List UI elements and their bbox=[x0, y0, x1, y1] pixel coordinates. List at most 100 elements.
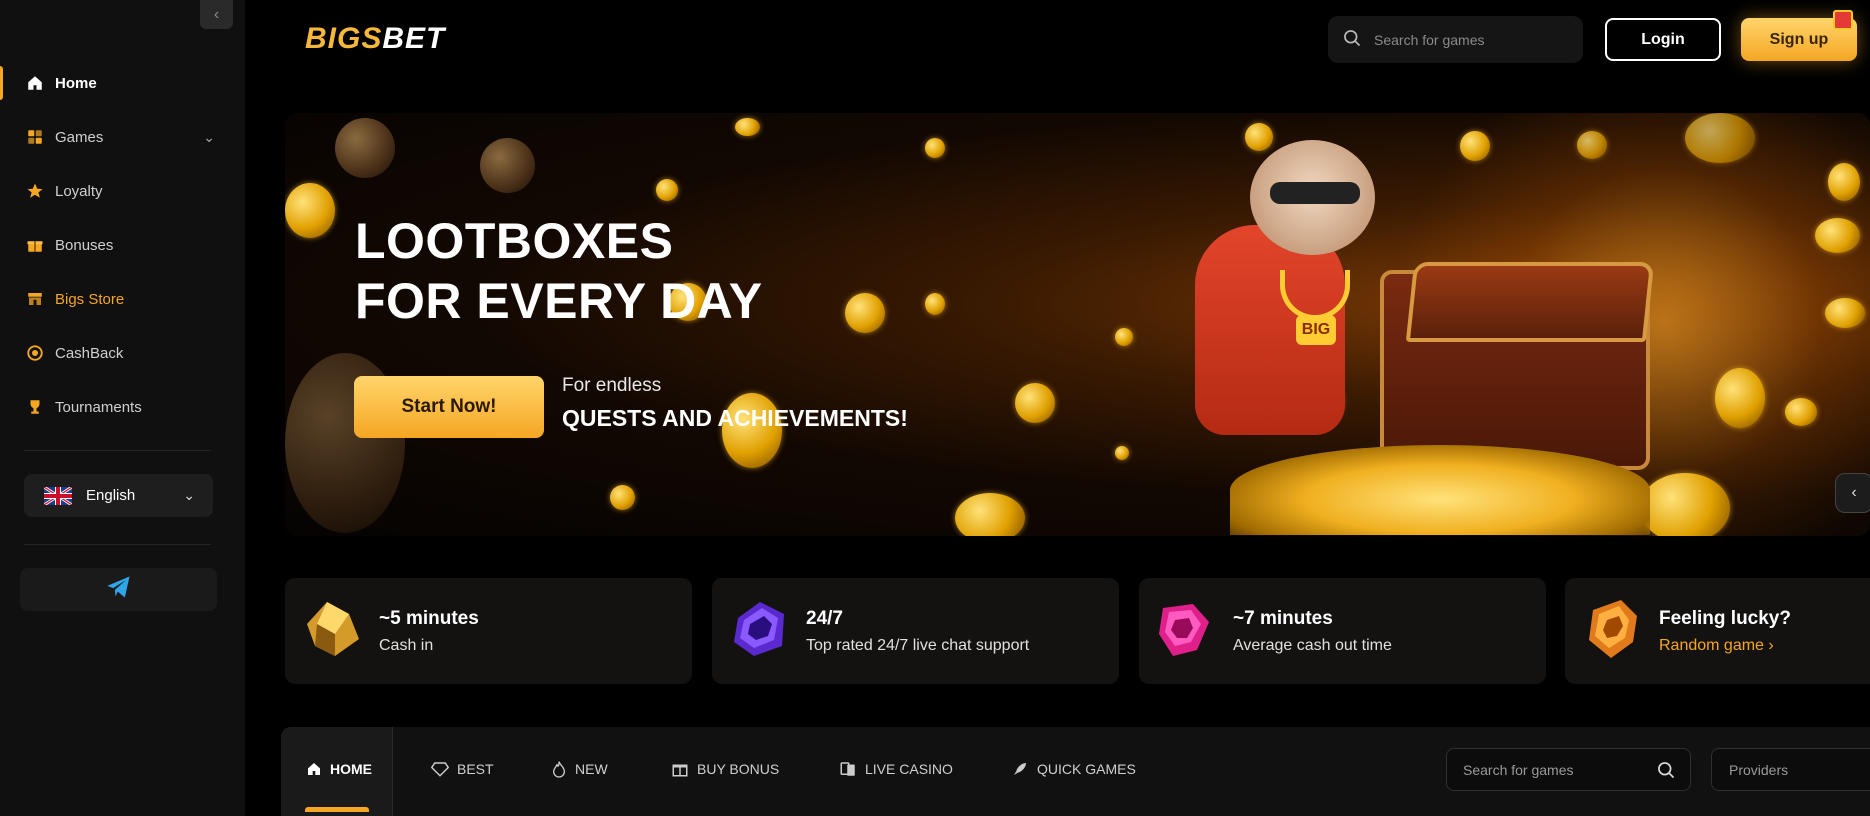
tab-home[interactable]: HOME bbox=[306, 727, 372, 811]
sidebar-item-cashback[interactable]: CashBack bbox=[0, 326, 245, 380]
coin-decoration bbox=[1245, 123, 1273, 151]
coin-decoration bbox=[1825, 298, 1865, 328]
game-search-input[interactable]: Search for games bbox=[1446, 748, 1691, 791]
sidebar-item-label: Bigs Store bbox=[55, 290, 125, 308]
mascot-medallion: BIG bbox=[1296, 315, 1336, 345]
chevron-left-icon: ‹ bbox=[213, 5, 220, 23]
chevron-down-icon: ⌄ bbox=[183, 487, 195, 503]
coin-decoration bbox=[1115, 446, 1129, 460]
coin-decoration bbox=[1685, 113, 1755, 163]
coin-decoration bbox=[1115, 328, 1133, 346]
coin-decoration bbox=[1815, 218, 1860, 253]
hero-title: LOOTBOXES FOR EVERY DAY bbox=[355, 211, 763, 331]
tab-best[interactable]: BEST bbox=[431, 727, 494, 811]
purple-gem-icon bbox=[724, 594, 794, 664]
start-now-button[interactable]: Start Now! bbox=[354, 376, 544, 438]
coin-decoration bbox=[1785, 398, 1817, 426]
sidebar-item-loyalty[interactable]: Loyalty bbox=[0, 164, 245, 218]
logo-text-left: BIGS bbox=[305, 22, 383, 55]
coin-decoration bbox=[735, 118, 760, 136]
telegram-icon bbox=[103, 573, 135, 606]
coin-decoration bbox=[1015, 383, 1055, 423]
tab-new[interactable]: NEW bbox=[551, 727, 608, 811]
lucky-gem-icon bbox=[1577, 594, 1647, 664]
brand-logo[interactable]: BIGSBET bbox=[305, 22, 445, 56]
games-icon bbox=[24, 126, 46, 148]
rocket-icon bbox=[1011, 760, 1029, 778]
tab-label: NEW bbox=[575, 761, 608, 777]
sidebar-item-tournaments[interactable]: Tournaments bbox=[0, 380, 245, 434]
header-search-input[interactable]: Search for games bbox=[1328, 16, 1583, 63]
coin-decoration bbox=[335, 118, 395, 178]
coin-decoration bbox=[1460, 131, 1490, 161]
diamond-icon bbox=[431, 761, 449, 777]
feature-title: 24/7 bbox=[806, 608, 843, 629]
uk-flag-icon bbox=[44, 486, 72, 505]
coin-decoration bbox=[845, 293, 885, 333]
tab-label: BEST bbox=[457, 761, 494, 777]
feature-card[interactable]: Feeling lucky? Random game › bbox=[1565, 578, 1870, 684]
sidebar-item-bigs-store[interactable]: Bigs Store bbox=[0, 272, 245, 326]
tab-quick-games[interactable]: QUICK GAMES bbox=[1011, 727, 1136, 811]
store-icon bbox=[24, 288, 46, 310]
hero-prev-button[interactable]: ‹ bbox=[1835, 473, 1870, 513]
trophy-icon bbox=[24, 396, 46, 418]
sidebar-item-home[interactable]: Home bbox=[0, 56, 245, 110]
hero-subtitle-emphasis: QUESTS AND ACHIEVEMENTS! bbox=[562, 405, 908, 431]
sidebar-collapse-button[interactable]: ‹ bbox=[200, 0, 233, 29]
search-placeholder: Search for games bbox=[1463, 761, 1574, 778]
feature-title: ~5 minutes bbox=[379, 608, 479, 629]
fire-icon bbox=[551, 760, 567, 778]
feature-card: ~5 minutes Cash in bbox=[285, 578, 692, 684]
language-selector[interactable]: English ⌄ bbox=[24, 474, 213, 517]
telegram-button[interactable] bbox=[20, 568, 217, 611]
coin-decoration bbox=[925, 138, 945, 158]
language-label: English bbox=[86, 487, 136, 504]
sidebar-divider bbox=[24, 450, 211, 451]
star-icon bbox=[24, 180, 46, 202]
tab-label: BUY BONUS bbox=[697, 761, 780, 777]
providers-label: Providers bbox=[1729, 761, 1789, 778]
hero-title-line: FOR EVERY DAY bbox=[355, 273, 763, 329]
home-icon bbox=[24, 72, 46, 94]
sidebar-item-label: Home bbox=[55, 74, 97, 92]
sidebar-divider bbox=[24, 544, 211, 545]
mascot-sunglasses bbox=[1270, 182, 1360, 204]
providers-dropdown[interactable]: Providers bbox=[1711, 748, 1870, 791]
home-icon bbox=[306, 761, 322, 777]
coin-decoration bbox=[285, 183, 335, 238]
hero-title-line: LOOTBOXES bbox=[355, 213, 674, 269]
logo-text-right: BET bbox=[382, 22, 446, 55]
tab-buy-bonus[interactable]: BUY BONUS bbox=[671, 727, 779, 811]
sidebar-item-label: Loyalty bbox=[55, 182, 103, 200]
coin-decoration bbox=[610, 485, 635, 510]
coin-decoration bbox=[1640, 473, 1730, 536]
sidebar-item-label: Bonuses bbox=[55, 236, 114, 254]
sidebar-item-bonuses[interactable]: Bonuses bbox=[0, 218, 245, 272]
search-placeholder: Search for games bbox=[1374, 31, 1485, 48]
feature-subtitle: Cash in bbox=[379, 637, 434, 654]
cards-icon bbox=[839, 760, 857, 778]
coin-decoration bbox=[1715, 368, 1765, 428]
sidebar-item-label: Tournaments bbox=[55, 398, 142, 416]
random-game-link[interactable]: Random game › bbox=[1659, 637, 1774, 655]
coin-decoration bbox=[1828, 163, 1860, 201]
coin-decoration bbox=[955, 493, 1025, 536]
sidebar-item-label: Games bbox=[55, 128, 104, 146]
pink-gem-icon bbox=[1151, 594, 1221, 664]
gift-icon bbox=[1833, 10, 1853, 30]
treasure-chest-lid bbox=[1405, 262, 1655, 342]
chevron-left-icon: ‹ bbox=[1851, 484, 1857, 501]
coin-decoration bbox=[656, 179, 678, 201]
coin-decoration bbox=[1577, 131, 1607, 159]
feature-subtitle: Average cash out time bbox=[1233, 637, 1392, 654]
login-button[interactable]: Login bbox=[1605, 18, 1721, 61]
coin-decoration bbox=[480, 138, 535, 193]
tab-live-casino[interactable]: LIVE CASINO bbox=[839, 727, 953, 811]
feature-card: 24/7 Top rated 24/7 live chat support bbox=[712, 578, 1119, 684]
chevron-down-icon: ⌄ bbox=[203, 128, 215, 145]
tab-label: QUICK GAMES bbox=[1037, 761, 1136, 777]
sidebar-item-games[interactable]: Games ⌄ bbox=[0, 110, 245, 164]
feature-title: ~7 minutes bbox=[1233, 608, 1333, 629]
gift-icon bbox=[24, 234, 46, 256]
